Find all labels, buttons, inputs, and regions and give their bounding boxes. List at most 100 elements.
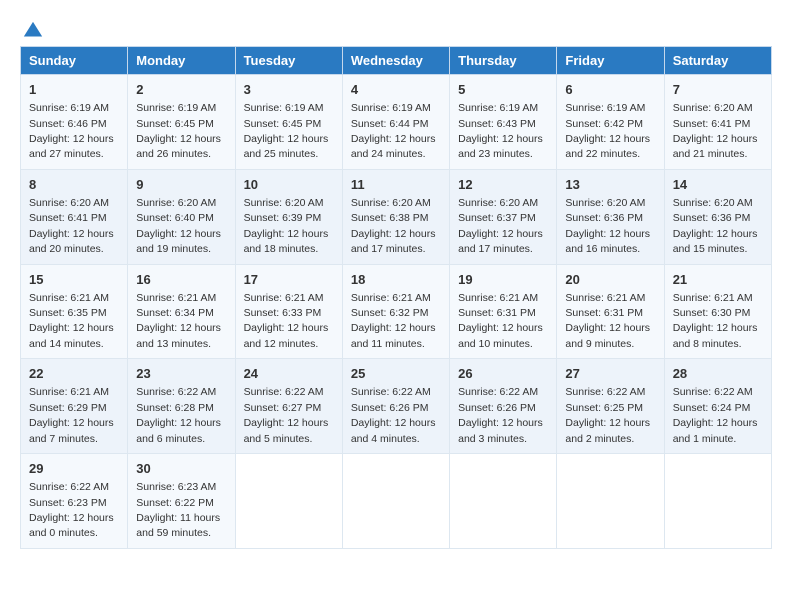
sunset-text: Sunset: 6:41 PM	[29, 212, 107, 224]
day-number: 2	[136, 81, 226, 99]
daylight-text: Daylight: 12 hours and 19 minutes.	[136, 228, 221, 255]
sunset-text: Sunset: 6:31 PM	[565, 307, 643, 319]
col-header-monday: Monday	[128, 47, 235, 75]
sunrise-text: Sunrise: 6:19 AM	[565, 102, 645, 114]
day-number: 22	[29, 365, 119, 383]
sunrise-text: Sunrise: 6:20 AM	[565, 197, 645, 209]
sunrise-text: Sunrise: 6:20 AM	[29, 197, 109, 209]
calendar-day-cell: 15 Sunrise: 6:21 AM Sunset: 6:35 PM Dayl…	[21, 264, 128, 359]
daylight-text: Daylight: 12 hours and 27 minutes.	[29, 133, 114, 160]
daylight-text: Daylight: 12 hours and 6 minutes.	[136, 417, 221, 444]
calendar-day-cell: 26 Sunrise: 6:22 AM Sunset: 6:26 PM Dayl…	[450, 359, 557, 454]
sunrise-text: Sunrise: 6:20 AM	[673, 197, 753, 209]
daylight-text: Daylight: 12 hours and 3 minutes.	[458, 417, 543, 444]
sunset-text: Sunset: 6:26 PM	[458, 402, 536, 414]
sunrise-text: Sunrise: 6:21 AM	[136, 292, 216, 304]
sunset-text: Sunset: 6:42 PM	[565, 118, 643, 130]
day-number: 11	[351, 176, 441, 194]
sunset-text: Sunset: 6:45 PM	[244, 118, 322, 130]
sunset-text: Sunset: 6:36 PM	[565, 212, 643, 224]
daylight-text: Daylight: 12 hours and 7 minutes.	[29, 417, 114, 444]
col-header-saturday: Saturday	[664, 47, 771, 75]
calendar-week-row: 8 Sunrise: 6:20 AM Sunset: 6:41 PM Dayli…	[21, 169, 772, 264]
empty-cell	[557, 454, 664, 549]
calendar-day-cell: 30 Sunrise: 6:23 AM Sunset: 6:22 PM Dayl…	[128, 454, 235, 549]
sunset-text: Sunset: 6:35 PM	[29, 307, 107, 319]
day-number: 1	[29, 81, 119, 99]
sunrise-text: Sunrise: 6:22 AM	[136, 386, 216, 398]
daylight-text: Daylight: 12 hours and 26 minutes.	[136, 133, 221, 160]
col-header-tuesday: Tuesday	[235, 47, 342, 75]
day-number: 7	[673, 81, 763, 99]
col-header-friday: Friday	[557, 47, 664, 75]
day-number: 30	[136, 460, 226, 478]
daylight-text: Daylight: 12 hours and 4 minutes.	[351, 417, 436, 444]
day-number: 24	[244, 365, 334, 383]
daylight-text: Daylight: 12 hours and 2 minutes.	[565, 417, 650, 444]
day-number: 25	[351, 365, 441, 383]
calendar-day-cell: 3 Sunrise: 6:19 AM Sunset: 6:45 PM Dayli…	[235, 75, 342, 170]
sunset-text: Sunset: 6:46 PM	[29, 118, 107, 130]
sunrise-text: Sunrise: 6:19 AM	[136, 102, 216, 114]
sunrise-text: Sunrise: 6:23 AM	[136, 481, 216, 493]
calendar-week-row: 29 Sunrise: 6:22 AM Sunset: 6:23 PM Dayl…	[21, 454, 772, 549]
calendar-day-cell: 9 Sunrise: 6:20 AM Sunset: 6:40 PM Dayli…	[128, 169, 235, 264]
sunrise-text: Sunrise: 6:19 AM	[458, 102, 538, 114]
sunrise-text: Sunrise: 6:21 AM	[673, 292, 753, 304]
sunrise-text: Sunrise: 6:22 AM	[458, 386, 538, 398]
sunrise-text: Sunrise: 6:22 AM	[565, 386, 645, 398]
day-number: 26	[458, 365, 548, 383]
calendar-day-cell: 14 Sunrise: 6:20 AM Sunset: 6:36 PM Dayl…	[664, 169, 771, 264]
sunrise-text: Sunrise: 6:22 AM	[673, 386, 753, 398]
day-number: 10	[244, 176, 334, 194]
calendar-day-cell: 4 Sunrise: 6:19 AM Sunset: 6:44 PM Dayli…	[342, 75, 449, 170]
calendar-header-row: SundayMondayTuesdayWednesdayThursdayFrid…	[21, 47, 772, 75]
sunset-text: Sunset: 6:30 PM	[673, 307, 751, 319]
empty-cell	[664, 454, 771, 549]
sunset-text: Sunset: 6:22 PM	[136, 497, 214, 509]
sunrise-text: Sunrise: 6:22 AM	[351, 386, 431, 398]
daylight-text: Daylight: 12 hours and 24 minutes.	[351, 133, 436, 160]
sunset-text: Sunset: 6:40 PM	[136, 212, 214, 224]
sunset-text: Sunset: 6:29 PM	[29, 402, 107, 414]
day-number: 17	[244, 271, 334, 289]
calendar-day-cell: 28 Sunrise: 6:22 AM Sunset: 6:24 PM Dayl…	[664, 359, 771, 454]
col-header-sunday: Sunday	[21, 47, 128, 75]
daylight-text: Daylight: 12 hours and 22 minutes.	[565, 133, 650, 160]
calendar-day-cell: 6 Sunrise: 6:19 AM Sunset: 6:42 PM Dayli…	[557, 75, 664, 170]
empty-cell	[235, 454, 342, 549]
sunset-text: Sunset: 6:37 PM	[458, 212, 536, 224]
day-number: 6	[565, 81, 655, 99]
sunset-text: Sunset: 6:31 PM	[458, 307, 536, 319]
sunrise-text: Sunrise: 6:21 AM	[29, 292, 109, 304]
daylight-text: Daylight: 12 hours and 20 minutes.	[29, 228, 114, 255]
calendar-day-cell: 29 Sunrise: 6:22 AM Sunset: 6:23 PM Dayl…	[21, 454, 128, 549]
day-number: 9	[136, 176, 226, 194]
calendar-day-cell: 17 Sunrise: 6:21 AM Sunset: 6:33 PM Dayl…	[235, 264, 342, 359]
sunrise-text: Sunrise: 6:20 AM	[458, 197, 538, 209]
empty-cell	[450, 454, 557, 549]
day-number: 27	[565, 365, 655, 383]
sunset-text: Sunset: 6:26 PM	[351, 402, 429, 414]
sunset-text: Sunset: 6:23 PM	[29, 497, 107, 509]
daylight-text: Daylight: 12 hours and 18 minutes.	[244, 228, 329, 255]
sunset-text: Sunset: 6:25 PM	[565, 402, 643, 414]
calendar-day-cell: 25 Sunrise: 6:22 AM Sunset: 6:26 PM Dayl…	[342, 359, 449, 454]
calendar-day-cell: 10 Sunrise: 6:20 AM Sunset: 6:39 PM Dayl…	[235, 169, 342, 264]
daylight-text: Daylight: 12 hours and 17 minutes.	[351, 228, 436, 255]
calendar-week-row: 15 Sunrise: 6:21 AM Sunset: 6:35 PM Dayl…	[21, 264, 772, 359]
day-number: 28	[673, 365, 763, 383]
calendar-day-cell: 1 Sunrise: 6:19 AM Sunset: 6:46 PM Dayli…	[21, 75, 128, 170]
daylight-text: Daylight: 12 hours and 9 minutes.	[565, 322, 650, 349]
sunrise-text: Sunrise: 6:19 AM	[29, 102, 109, 114]
sunset-text: Sunset: 6:41 PM	[673, 118, 751, 130]
day-number: 19	[458, 271, 548, 289]
day-number: 12	[458, 176, 548, 194]
daylight-text: Daylight: 12 hours and 0 minutes.	[29, 512, 114, 539]
calendar-day-cell: 12 Sunrise: 6:20 AM Sunset: 6:37 PM Dayl…	[450, 169, 557, 264]
day-number: 15	[29, 271, 119, 289]
calendar-week-row: 22 Sunrise: 6:21 AM Sunset: 6:29 PM Dayl…	[21, 359, 772, 454]
empty-cell	[342, 454, 449, 549]
sunset-text: Sunset: 6:24 PM	[673, 402, 751, 414]
logo	[20, 20, 44, 38]
